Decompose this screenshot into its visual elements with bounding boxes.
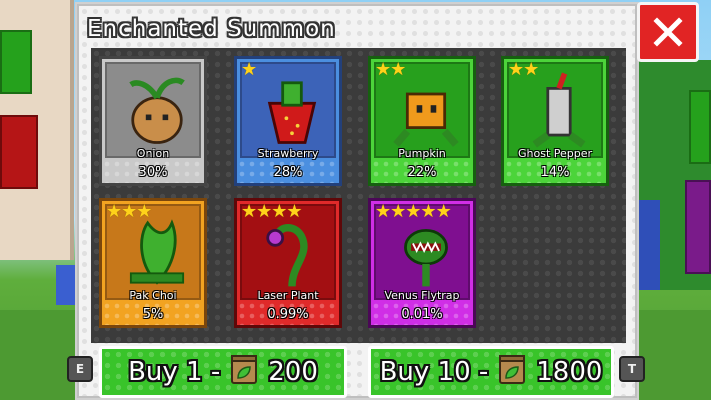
summon-card-pumpkin: ★ ★ Pumpkin 22%	[368, 56, 476, 186]
summon-card-onion: Onion 30%	[99, 56, 207, 186]
seed-bag-icon	[496, 354, 528, 390]
buy-one-price: 200	[268, 357, 318, 387]
buy-ten-price: 1800	[536, 357, 603, 387]
background-card-right-1	[689, 90, 711, 164]
star-icon: ★	[106, 201, 123, 222]
card-grid: Onion 30% ★ Strawberry 28% ★ ★ Pumpkin 22% ★ ★ Ghos…	[91, 48, 626, 343]
card-art	[105, 62, 201, 158]
card-chance: 30%	[138, 165, 168, 180]
star-icon: ★	[256, 201, 273, 222]
summon-card-laser-plant: ★ ★ ★ ★ Laser Plant 0.99%	[234, 198, 342, 328]
background-card-right-2	[685, 180, 711, 274]
rarity-stars: ★ ★ ★	[106, 201, 153, 222]
star-icon: ★	[405, 201, 422, 222]
summon-card-pak-choi: ★ ★ ★ Pak Choi 5%	[99, 198, 207, 328]
card-chance: 0.01%	[401, 307, 443, 322]
star-icon: ★	[508, 59, 525, 80]
star-icon: ★	[271, 201, 288, 222]
star-icon: ★	[420, 201, 437, 222]
seed-bag-icon	[228, 354, 260, 390]
key-hint-t: T	[619, 356, 645, 382]
background-card-left-1	[0, 30, 32, 94]
star-icon: ★	[286, 201, 303, 222]
card-chance: 5%	[142, 307, 164, 322]
star-icon: ★	[241, 201, 258, 222]
star-icon: ★	[241, 59, 258, 80]
star-icon: ★	[523, 59, 540, 80]
summon-card-ghost-pepper: ★ ★ Ghost Pepper 14%	[501, 56, 609, 186]
rarity-stars: ★ ★ ★ ★	[241, 201, 303, 222]
star-icon: ★	[375, 59, 392, 80]
strawberry-icon	[267, 81, 317, 144]
card-chance: 22%	[407, 165, 437, 180]
star-icon: ★	[390, 201, 407, 222]
panel-title: Enchanted Summon	[87, 16, 336, 42]
close-icon	[653, 17, 683, 47]
summon-card-strawberry: ★ Strawberry 28%	[234, 56, 342, 186]
buy-one-label: Buy 1 -	[128, 357, 221, 387]
star-icon: ★	[375, 201, 392, 222]
rarity-stars: ★ ★	[375, 59, 407, 80]
card-chance: 14%	[540, 165, 570, 180]
star-icon: ★	[390, 59, 407, 80]
buy-ten-button[interactable]: Buy 10 - 1800	[368, 346, 614, 398]
summon-panel: Enchanted Summon Onion 30% ★ Strawberry 28% ★…	[67, 4, 645, 398]
key-hint-e: E	[67, 356, 93, 382]
rarity-stars: ★ ★ ★ ★ ★	[375, 201, 452, 222]
rarity-stars: ★	[241, 59, 258, 80]
summon-card-venus-flytrap: ★ ★ ★ ★ ★ Venus Flytrap 0.01%	[368, 198, 476, 328]
card-chance: 0.99%	[267, 307, 309, 322]
star-icon: ★	[435, 201, 452, 222]
onion-icon	[129, 77, 185, 144]
card-chance: 28%	[273, 165, 303, 180]
background-card-left-2	[0, 115, 38, 189]
star-icon: ★	[136, 201, 153, 222]
close-button[interactable]	[637, 2, 699, 62]
star-icon: ★	[121, 201, 138, 222]
rarity-stars: ★ ★	[508, 59, 540, 80]
buy-ten-label: Buy 10 -	[379, 357, 489, 387]
buy-one-button[interactable]: Buy 1 - 200	[99, 346, 347, 398]
